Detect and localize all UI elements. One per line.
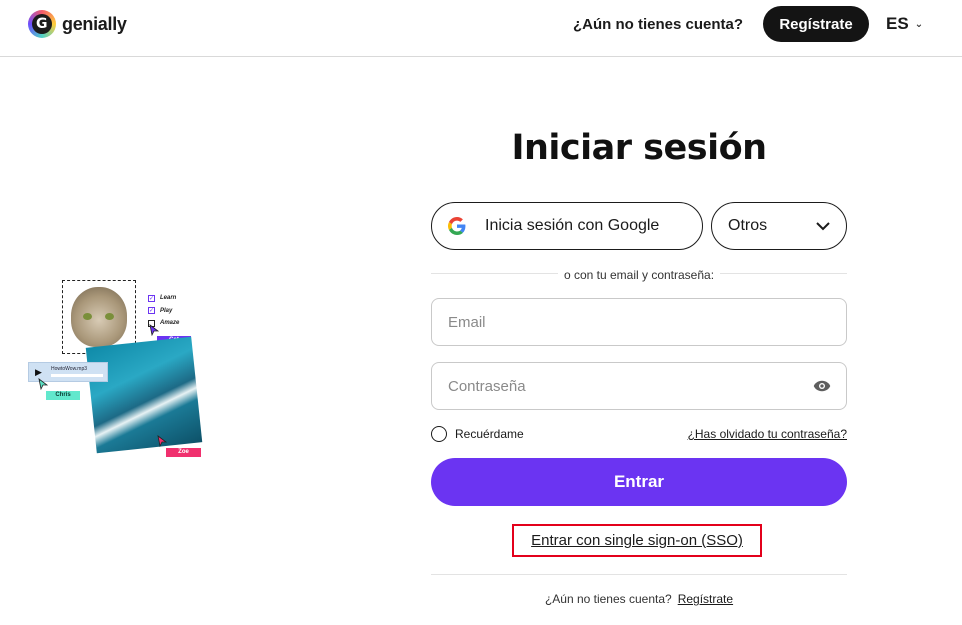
remember-me-label: Recuérdame [455, 427, 524, 441]
chevron-down-icon: ⌄ [914, 18, 924, 30]
header-question: ¿Aún no tienes cuenta? [573, 16, 744, 33]
header-register-button[interactable]: Regístrate [763, 6, 869, 42]
play-icon: ▶ [35, 367, 42, 377]
password-field[interactable] [431, 362, 847, 410]
genially-logo[interactable]: G genially [28, 10, 127, 38]
google-signin-button[interactable]: Inicia sesión con Google [431, 202, 703, 250]
cat-image [71, 287, 127, 347]
checkbox-checked-icon: ✓ [148, 294, 155, 302]
remember-me-toggle[interactable]: Recuérdame [431, 426, 524, 442]
bottom-divider [431, 574, 847, 575]
login-submit-button[interactable]: Entrar [431, 458, 847, 506]
chevron-down-icon [816, 221, 830, 230]
language-selector[interactable]: ES ⌄ [886, 14, 923, 34]
google-icon [448, 217, 466, 235]
other-providers-dropdown[interactable]: Otros [711, 202, 847, 250]
checkbox-checked-icon: ✓ [148, 307, 155, 315]
sso-highlight-box: Entrar con single sign-on (SSO) [512, 524, 762, 557]
email-field[interactable] [431, 298, 847, 346]
show-password-icon[interactable] [813, 378, 831, 394]
sso-login-link[interactable]: Entrar con single sign-on (SSO) [531, 532, 743, 549]
audio-filename: HowtoWow.mp3 [51, 366, 88, 372]
forgot-password-link[interactable]: ¿Has olvidado tu contraseña? [688, 427, 847, 441]
signup-link[interactable]: Regístrate [678, 592, 733, 606]
other-providers-label: Otros [728, 217, 768, 234]
checklist-item: ✓ Play [148, 307, 173, 315]
cursor-icon [149, 324, 159, 336]
logo-text: genially [62, 13, 127, 34]
google-signin-label: Inicia sesión con Google [485, 217, 660, 234]
cursor-icon [38, 378, 48, 390]
remember-me-radio[interactable] [431, 426, 447, 442]
genially-logo-icon: G [28, 10, 56, 38]
checklist-item: ✓ Learn [148, 294, 177, 302]
top-header: G genially ¿Aún no tienes cuenta? Regíst… [0, 0, 962, 57]
divider-label: o con tu email y contraseña: [431, 266, 847, 284]
audio-progress-bar [51, 374, 103, 377]
tag-zoe: Zoe [166, 448, 201, 457]
cursor-icon [157, 435, 167, 447]
tag-chris: Chris [46, 391, 80, 400]
language-label: ES [886, 14, 909, 33]
signup-prompt: ¿Aún no tienes cuenta? Regístrate [431, 592, 847, 606]
page-title: Iniciar sesión [511, 128, 767, 168]
hero-illustration: ✓Learn ✓Play Amaze Cat ▶ HowtoWow.mp3 Ch… [26, 278, 216, 460]
ocean-photo [85, 336, 203, 454]
signup-question: ¿Aún no tienes cuenta? [544, 592, 672, 606]
